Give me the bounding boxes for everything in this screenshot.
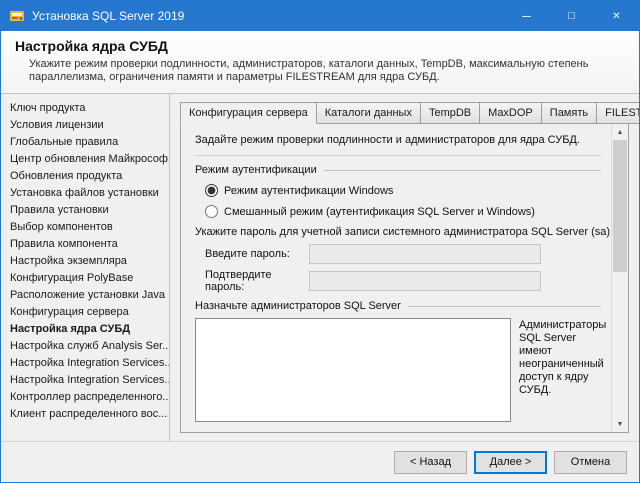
cancel-button[interactable]: Отмена (554, 451, 627, 474)
tab-tempdb[interactable]: TempDB (420, 102, 480, 124)
windows-auth-radio-row: Режим аутентификации Windows (205, 184, 601, 197)
vertical-scrollbar[interactable]: ▲ ▼ (611, 124, 628, 432)
sidebar-item: Установка файлов установки (1, 185, 169, 202)
windows-auth-radio-label[interactable]: Режим аутентификации Windows (224, 185, 393, 197)
sidebar-item: Клиент распределенного вос... (1, 406, 169, 423)
tab-maxdop[interactable]: MaxDOP (479, 102, 542, 124)
sa-password-section-label: Укажите пароль для учетной записи систем… (195, 226, 613, 238)
admins-section-label: Назначьте администраторов SQL Server (195, 300, 401, 312)
sidebar-item-current: Настройка ядра СУБД (1, 321, 169, 338)
sidebar-item: Конфигурация PolyBase (1, 270, 169, 287)
admins-row: Администраторы SQL Server имеют неограни… (195, 318, 601, 422)
sa-password-section-header: Укажите пароль для учетной записи систем… (195, 226, 601, 238)
sidebar-item: Ключ продукта (1, 100, 169, 117)
sidebar-item: Настройка служб Analysis Ser... (1, 338, 169, 355)
sql-admins-listbox[interactable] (195, 318, 511, 422)
maximize-icon[interactable]: □ (549, 1, 594, 31)
tab-memory[interactable]: Память (541, 102, 597, 124)
window-title: Установка SQL Server 2019 (32, 9, 184, 23)
installer-window: Установка SQL Server 2019 ─ □ ✕ Настройк… (0, 0, 640, 483)
scroll-down-icon[interactable]: ▼ (612, 416, 628, 432)
back-button[interactable]: < Назад (394, 451, 467, 474)
tab-filestream[interactable]: FILESTREAM (596, 102, 640, 124)
sidebar-item: Выбор компонентов (1, 219, 169, 236)
scrollbar-thumb[interactable] (613, 140, 627, 272)
main-pane: Конфигурация сервера Каталоги данных Tem… (170, 94, 639, 441)
enter-password-row: Введите пароль: (205, 244, 601, 264)
sidebar-item: Центр обновления Майкрософ... (1, 151, 169, 168)
sidebar-item: Правила компонента (1, 236, 169, 253)
mixed-auth-radio-row: Смешанный режим (аутентификация SQL Serv… (205, 205, 601, 218)
sidebar-item: Обновления продукта (1, 168, 169, 185)
panel-intro-text: Задайте режим проверки подлинности и адм… (195, 134, 601, 156)
auth-mode-section-header: Режим аутентификации (195, 164, 601, 176)
sidebar-item: Расположение установки Java (1, 287, 169, 304)
sidebar-item: Настройка Integration Services... (1, 372, 169, 389)
admins-section-header: Назначьте администраторов SQL Server (195, 300, 601, 312)
sidebar-item: Конфигурация сервера (1, 304, 169, 321)
sidebar-item: Глобальные правила (1, 134, 169, 151)
server-configuration-panel: Задайте режим проверки подлинности и адм… (181, 124, 611, 432)
confirm-password-field (309, 271, 541, 291)
sidebar-item: Условия лицензии (1, 117, 169, 134)
page-header: Настройка ядра СУБД Укажите режим провер… (1, 31, 639, 94)
section-rule (324, 170, 601, 171)
sidebar-item: Правила установки (1, 202, 169, 219)
auth-mode-section-label: Режим аутентификации (195, 164, 317, 176)
windows-auth-radio[interactable] (205, 184, 218, 197)
admins-note-text: Администраторы SQL Server имеют неограни… (519, 318, 606, 422)
next-button[interactable]: Далее > (474, 451, 547, 474)
body: Ключ продукта Условия лицензии Глобальны… (1, 94, 639, 441)
sidebar-steps: Ключ продукта Условия лицензии Глобальны… (1, 94, 170, 441)
scrollbar-track[interactable] (612, 140, 628, 416)
tab-panel: Задайте режим проверки подлинности и адм… (180, 123, 629, 433)
window-controls: ─ □ ✕ (504, 1, 639, 31)
close-icon[interactable]: ✕ (594, 1, 639, 31)
enter-password-field (309, 244, 541, 264)
sidebar-item: Настройка экземпляра (1, 253, 169, 270)
app-icon (9, 8, 25, 24)
sidebar-item: Контроллер распределенного... (1, 389, 169, 406)
page-description: Укажите режим проверки подлинности, адми… (29, 58, 615, 84)
scroll-up-icon[interactable]: ▲ (612, 124, 628, 140)
tab-strip: Конфигурация сервера Каталоги данных Tem… (180, 102, 629, 124)
mixed-auth-radio[interactable] (205, 205, 218, 218)
tab-data-directories[interactable]: Каталоги данных (316, 102, 421, 124)
section-rule (408, 306, 601, 307)
footer: < Назад Далее > Отмена (1, 441, 639, 482)
page-title: Настройка ядра СУБД (15, 38, 625, 54)
titlebar: Установка SQL Server 2019 ─ □ ✕ (1, 1, 639, 31)
mixed-auth-radio-label[interactable]: Смешанный режим (аутентификация SQL Serv… (224, 206, 535, 218)
confirm-password-label: Подтвердите пароль: (205, 269, 309, 293)
minimize-icon[interactable]: ─ (504, 1, 549, 31)
confirm-password-row: Подтвердите пароль: (205, 269, 601, 293)
tab-server-configuration[interactable]: Конфигурация сервера (180, 102, 317, 124)
sidebar-item: Настройка Integration Services... (1, 355, 169, 372)
enter-password-label: Введите пароль: (205, 248, 309, 260)
